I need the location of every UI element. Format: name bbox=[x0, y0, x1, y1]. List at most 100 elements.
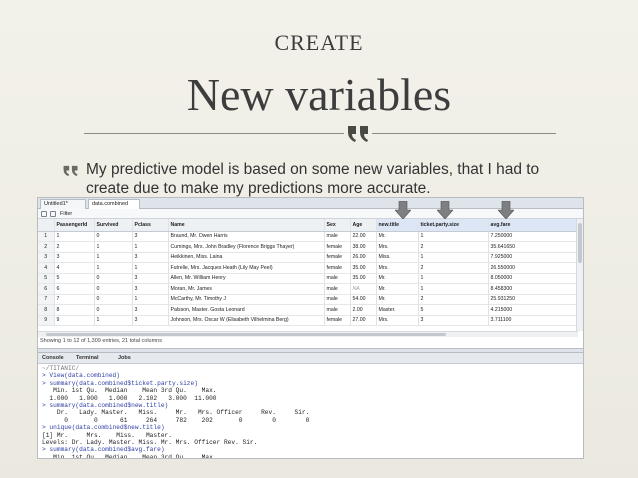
col-header-pclass[interactable]: Pclass bbox=[132, 219, 169, 232]
cell-new-title: Miss. bbox=[376, 252, 419, 263]
cell-sex: male bbox=[324, 273, 351, 284]
cell-rownum: 1 bbox=[38, 231, 55, 242]
table-row[interactable]: 9 9 1 3 Johnson, Mrs. Oscar W (Elisabeth Vil… bbox=[38, 315, 579, 326]
table-row[interactable]: 4 4 1 1 Futrelle, Mrs. Jacques Heath (Lily M… bbox=[38, 262, 579, 274]
cell-age: NA bbox=[350, 283, 377, 295]
table-row[interactable]: 7 7 0 1 McCarthy, Mr. Timothy Jmale 54.00 Mr. 2… bbox=[38, 294, 579, 305]
cell-age: 35.00 bbox=[350, 262, 377, 274]
cell-name: Palsson, Master. Gosta Leonard bbox=[168, 304, 325, 316]
col-header-age[interactable]: Age bbox=[350, 219, 377, 232]
table-row[interactable]: 5 5 0 3 Allen, Mr. William Henry male 35.00 Mr.… bbox=[38, 273, 579, 284]
table-row[interactable]: 6 6 0 3 Moran, Mr. James male NA Mr. 1 8.458300 bbox=[38, 283, 579, 295]
cell-pclass: 3 bbox=[132, 315, 169, 326]
tab-console[interactable]: Console bbox=[42, 355, 64, 361]
col-header-name[interactable]: Name bbox=[168, 219, 325, 232]
col-header-rownum bbox=[38, 219, 55, 232]
arrow-down-icon bbox=[437, 201, 453, 219]
cell-rownum: 5 bbox=[38, 273, 55, 284]
cell-new-title: Mr. bbox=[376, 231, 419, 242]
cell-age: 54.00 bbox=[350, 294, 377, 305]
cell-avg-fare: 25.931250 bbox=[488, 294, 579, 305]
cell-new-title: Mr. bbox=[376, 283, 419, 295]
table-row[interactable]: 1 1 0 3 Braund, Mr. Owen Harris male 22.00 Mr. 1… bbox=[38, 231, 579, 242]
rstudio-screenshot: Untitled1* data.combined Filter Passenge… bbox=[37, 197, 584, 459]
col-header-sex[interactable]: Sex bbox=[324, 219, 351, 232]
vertical-scrollbar[interactable] bbox=[576, 219, 583, 331]
cell-passengerid: 4 bbox=[54, 262, 95, 274]
cell-ticket-party-size: 1 bbox=[418, 231, 489, 242]
cell-new-title: Mr. bbox=[376, 294, 419, 305]
col-header-new-title[interactable]: new.title bbox=[376, 219, 419, 232]
cell-name: Futrelle, Mrs. Jacques Heath (Lily May P… bbox=[168, 262, 325, 274]
cell-ticket-party-size: 1 bbox=[418, 273, 489, 284]
cell-avg-fare: 7.250000 bbox=[488, 231, 579, 242]
console-line: [1] Mr. Mrs. Miss. Master. bbox=[42, 431, 172, 439]
cell-ticket-party-size: 1 bbox=[418, 283, 489, 295]
horizontal-scrollbar[interactable] bbox=[38, 331, 578, 337]
cell-age: 22.00 bbox=[350, 231, 377, 242]
cell-new-title: Mrs. bbox=[376, 315, 419, 326]
tab-data-combined[interactable]: data.combined bbox=[88, 199, 140, 209]
quote-ornament-icon bbox=[348, 126, 368, 142]
console-line: Min. 1st Qu. Median Mean 3rd Qu. Max. bbox=[42, 387, 217, 395]
cell-rownum: 6 bbox=[38, 283, 55, 295]
cell-pclass: 3 bbox=[132, 283, 169, 295]
console-output[interactable]: ~/TITANIC/> View(data.combined) > summary… bbox=[42, 365, 577, 458]
cell-rownum: 2 bbox=[38, 241, 55, 253]
cell-name: Moran, Mr. James bbox=[168, 283, 325, 295]
cell-sex: male bbox=[324, 283, 351, 295]
console-line: > unique(data.combined$new.title) bbox=[42, 424, 165, 432]
table-row[interactable]: 8 8 0 3 Palsson, Master. Gosta Leonard male 2.… bbox=[38, 304, 579, 316]
cell-ticket-party-size: 3 bbox=[418, 315, 489, 326]
cell-passengerid: 5 bbox=[54, 273, 95, 284]
console-line: > summary(data.combined$new.title) bbox=[42, 402, 169, 410]
cell-pclass: 3 bbox=[132, 231, 169, 242]
cell-survived: 0 bbox=[94, 283, 133, 295]
title-rule-right bbox=[372, 133, 556, 134]
cell-sex: male bbox=[324, 231, 351, 242]
grid-header-row: PassengerId Survived Pclass Name Sex Age… bbox=[38, 219, 579, 232]
forward-icon[interactable] bbox=[50, 211, 56, 217]
cell-name: Allen, Mr. William Henry bbox=[168, 273, 325, 284]
col-header-passengerid[interactable]: PassengerId bbox=[54, 219, 95, 232]
data-grid: PassengerId Survived Pclass Name Sex Age… bbox=[38, 219, 579, 326]
cell-rownum: 4 bbox=[38, 262, 55, 274]
console-line: > View(data.combined) bbox=[42, 372, 120, 380]
cell-passengerid: 2 bbox=[54, 241, 95, 253]
cell-passengerid: 1 bbox=[54, 231, 95, 242]
console-line: Levels: Dr. Lady. Master. Miss. Mr. Mrs.… bbox=[42, 439, 258, 447]
table-row[interactable]: 2 2 1 1 Cumings, Mrs. John Bradley (Florence… bbox=[38, 241, 579, 253]
table-row[interactable]: 3 3 1 3 Heikkinen, Miss. Laina female 26.00 Mis… bbox=[38, 252, 579, 263]
tab-terminal[interactable]: Terminal bbox=[76, 355, 99, 361]
back-icon[interactable] bbox=[41, 211, 47, 217]
console-line: 0 0 61 264 782 202 0 0 0 bbox=[42, 416, 310, 424]
cell-survived: 0 bbox=[94, 273, 133, 284]
cell-ticket-party-size: 2 bbox=[418, 241, 489, 253]
slide-kicker: CREATE bbox=[274, 30, 364, 55]
cell-pclass: 1 bbox=[132, 262, 169, 274]
slide-title: New variables bbox=[186, 69, 452, 120]
col-header-survived[interactable]: Survived bbox=[94, 219, 133, 232]
cell-sex: female bbox=[324, 252, 351, 263]
cell-survived: 0 bbox=[94, 231, 133, 242]
cell-ticket-party-size: 2 bbox=[418, 262, 489, 274]
filter-button[interactable]: Filter bbox=[60, 211, 72, 217]
console-line: Dr. Lady. Master. Miss. Mr. Mrs. Officer… bbox=[42, 409, 310, 417]
col-header-ticket-party-size[interactable]: ticket.party.size bbox=[418, 219, 489, 232]
cell-ticket-party-size: 1 bbox=[418, 252, 489, 263]
cell-passengerid: 6 bbox=[54, 283, 95, 295]
cell-survived: 1 bbox=[94, 252, 133, 263]
grid-status-text: Showing 1 to 12 of 1,309 entries, 21 tot… bbox=[40, 338, 162, 344]
cell-pclass: 3 bbox=[132, 273, 169, 284]
console-line: 1.000 1.000 1.000 2.102 3.000 11.000 bbox=[42, 394, 217, 402]
tab-jobs[interactable]: Jobs bbox=[118, 355, 131, 361]
grid-body: 1 1 0 3 Braund, Mr. Owen Harris male 22.00 Mr. 1… bbox=[38, 231, 579, 326]
tab-untitled1[interactable]: Untitled1* bbox=[40, 199, 86, 209]
col-header-avg-fare[interactable]: avg.fare bbox=[488, 219, 579, 232]
cell-age: 27.00 bbox=[350, 315, 377, 326]
cell-survived: 0 bbox=[94, 304, 133, 316]
cell-avg-fare: 35.641650 bbox=[488, 241, 579, 253]
cell-name: Cumings, Mrs. John Bradley (Florence Bri… bbox=[168, 241, 325, 253]
cell-avg-fare: 8.050000 bbox=[488, 273, 579, 284]
cell-avg-fare: 26.550000 bbox=[488, 262, 579, 274]
